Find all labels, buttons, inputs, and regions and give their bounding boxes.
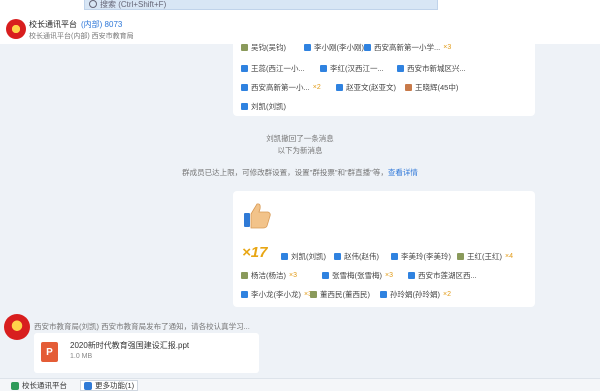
file-card[interactable] <box>34 333 259 373</box>
ppt-file-icon: P <box>41 342 58 362</box>
liker-item[interactable]: 张雪梅(张雪梅) ×3 <box>322 270 393 281</box>
platform-button[interactable]: 校长通讯平台 <box>8 380 70 391</box>
search-placeholder: 搜索 (Ctrl+Shift+F) <box>100 0 167 9</box>
member-item[interactable]: 西安高新第一小学... ×3 <box>364 42 451 53</box>
user-icon <box>281 253 288 260</box>
chat-window: 搜索 (Ctrl+Shift+F) 校长通讯平台 (内部) 8073 校长通讯平台… <box>0 0 600 391</box>
member-item[interactable]: 王蕊(西江一小... <box>241 63 305 74</box>
liker-item[interactable]: 孙玲娟(孙玲娟) ×2 <box>380 289 451 300</box>
contact-subtitle: 校长通讯平台(内部) 西安市教育局 <box>29 33 134 40</box>
user-icon <box>391 253 398 260</box>
group-limit-note: 群成员已达上限，可修改群设置，设置"群投票"和"群直播"等，查看详情 <box>182 168 418 177</box>
liker-item[interactable]: 王红(王红) ×4 <box>457 251 513 262</box>
system-note: 以下为新消息 <box>277 146 323 155</box>
user-icon <box>241 65 248 72</box>
thumbs-up-icon <box>244 203 271 229</box>
sender-name: 西安市教育局(刘凯) 西安市教育局发布了通知，请各校认真学习... <box>34 322 250 331</box>
member-item[interactable]: 李红(汉西江一... <box>320 63 384 74</box>
user-icon <box>336 84 343 91</box>
contact-name[interactable]: 校长通讯平台 (内部) 8073 <box>29 19 122 30</box>
like-count: ×17 <box>242 244 268 261</box>
system-note: 刘凯撤回了一条消息 <box>266 134 334 143</box>
liker-item[interactable]: 董西民(董西民) <box>310 289 370 300</box>
avatar-icon <box>310 291 317 298</box>
liker-item[interactable]: 赵伟(赵伟) <box>334 251 379 262</box>
user-icon <box>241 84 248 91</box>
member-item[interactable]: 西安市新城区兴... <box>397 63 466 74</box>
user-icon <box>408 272 415 279</box>
avatar-icon <box>457 253 464 260</box>
user-icon <box>320 65 327 72</box>
member-item[interactable]: 王晓辉(45中) <box>405 82 458 93</box>
contact-tag[interactable]: (内部) 8073 <box>81 20 122 29</box>
user-icon <box>241 291 248 298</box>
member-item[interactable]: 李小刚(李小刚) <box>304 42 364 53</box>
avatar-icon <box>241 44 248 51</box>
file-size: 1.0 MB <box>70 353 93 360</box>
avatar-icon <box>405 84 412 91</box>
top-bar: 搜索 (Ctrl+Shift+F) <box>0 0 600 12</box>
user-icon <box>334 253 341 260</box>
user-icon <box>380 291 387 298</box>
member-item[interactable]: 刘凯(刘凯) <box>241 101 286 112</box>
liker-item[interactable]: 杨洁(杨洁) ×3 <box>241 270 297 281</box>
user-icon <box>364 44 371 51</box>
grid-icon <box>84 381 92 390</box>
user-icon <box>241 103 248 110</box>
member-item[interactable]: 赵亚文(赵亚文) <box>336 82 396 93</box>
user-icon <box>304 44 311 51</box>
liker-item[interactable]: 李美玲(李美玲) <box>391 251 451 262</box>
org-logo-icon <box>6 19 26 39</box>
file-name[interactable]: 2020新时代教育强国建设汇报.ppt <box>70 340 189 351</box>
liker-item[interactable]: 西安市莲湖区西... <box>408 270 477 281</box>
liker-item[interactable]: 李小龙(李小龙) ×3 <box>241 289 312 300</box>
sender-avatar[interactable] <box>4 314 30 340</box>
liker-item[interactable]: 刘凯(刘凯) <box>281 251 326 262</box>
app-icon <box>11 381 19 390</box>
more-apps-button[interactable]: 更多功能(1) <box>80 380 139 391</box>
member-item[interactable]: 西安高新第一小... ×2 <box>241 82 321 93</box>
member-item[interactable]: 吴钧(吴钧) <box>241 42 286 53</box>
search-icon <box>89 0 97 8</box>
details-link[interactable]: 查看详情 <box>388 168 418 177</box>
bottom-toolbar: 校长通讯平台 更多功能(1) <box>0 378 600 391</box>
search-input[interactable]: 搜索 (Ctrl+Shift+F) <box>84 0 438 10</box>
user-icon <box>322 272 329 279</box>
avatar-icon <box>241 272 248 279</box>
user-icon <box>397 65 404 72</box>
contact-title: 校长通讯平台 <box>29 20 77 29</box>
